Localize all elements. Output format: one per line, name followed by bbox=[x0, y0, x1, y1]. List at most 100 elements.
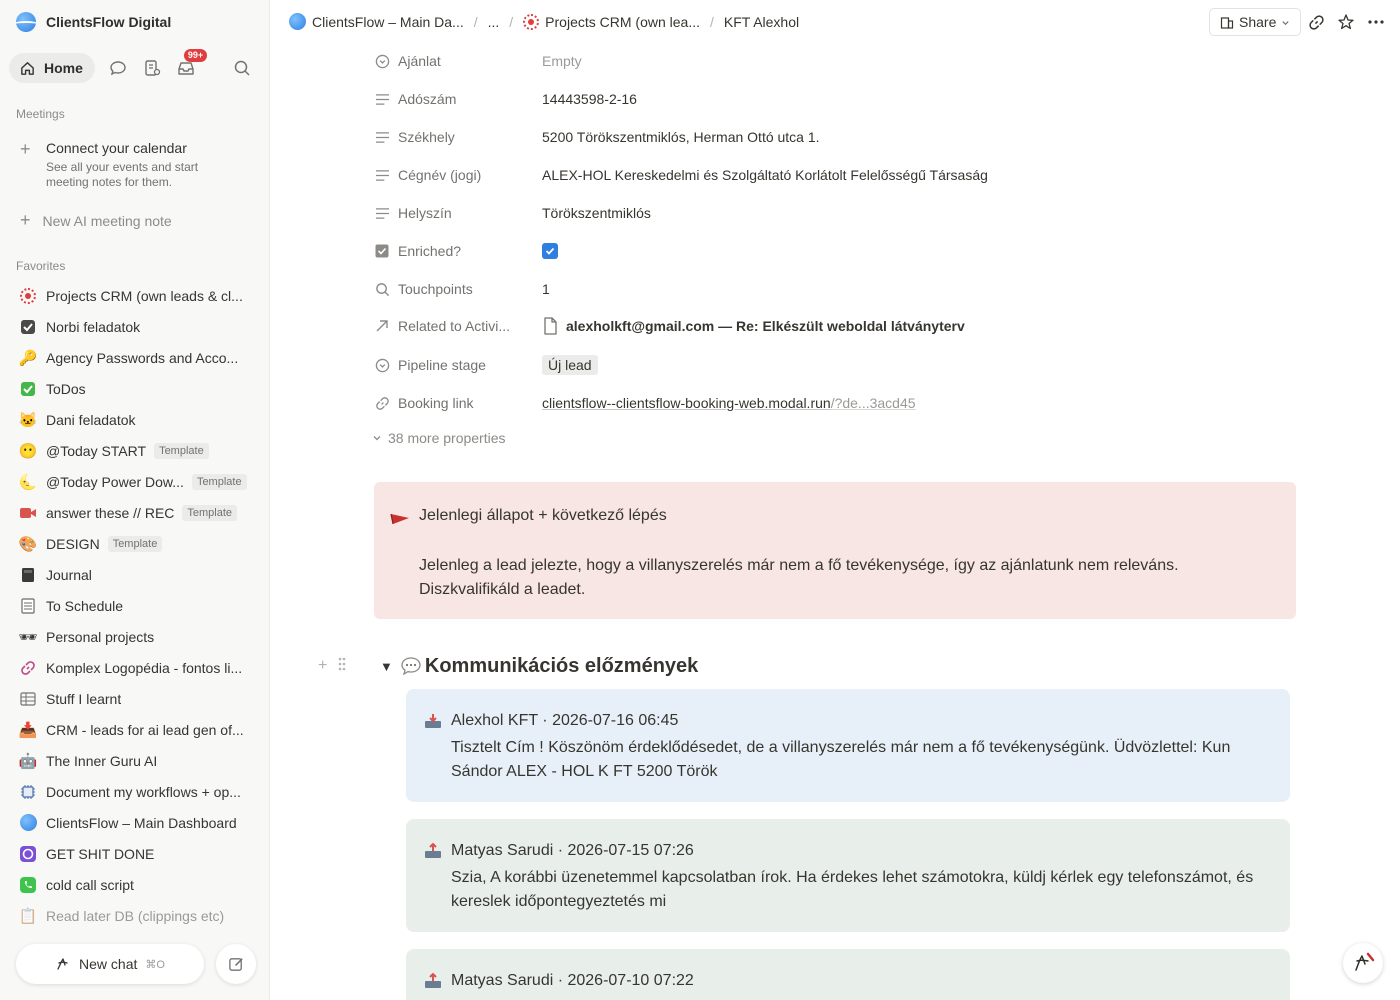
home-icon bbox=[21, 61, 34, 75]
favorite-item[interactable]: 🔑 Agency Passwords and Acco... bbox=[0, 342, 270, 373]
favorite-item[interactable]: Norbi feladatok bbox=[0, 311, 270, 342]
favorite-label: Journal bbox=[46, 566, 92, 583]
star-icon[interactable] bbox=[1336, 12, 1356, 32]
speech-bubble-icon bbox=[401, 657, 421, 675]
property-value[interactable]: ALEX-HOL Kereskedelmi és Szolgáltató Kor… bbox=[542, 167, 988, 183]
favorite-item[interactable]: Projects CRM (own leads & cl... bbox=[0, 280, 270, 311]
robot-icon: 🤖 bbox=[18, 752, 38, 770]
crm-dotted-icon bbox=[18, 286, 38, 306]
inbox-tray-icon bbox=[425, 714, 441, 728]
new-chat-button[interactable]: New chat ⌘O bbox=[16, 944, 204, 984]
message-card[interactable]: Alexhol KFT · 2026-07-16 06:45 Tisztelt … bbox=[406, 689, 1290, 802]
ai-sparkle-icon bbox=[57, 958, 68, 970]
check-mark-icon bbox=[18, 379, 38, 399]
favorite-item[interactable]: 🐱 Dani feladatok bbox=[0, 404, 270, 435]
message-header: Matyas Sarudi · 2026-07-15 07:26 bbox=[451, 842, 694, 859]
favorite-item[interactable]: Document my workflows + op... bbox=[0, 776, 270, 807]
search-icon[interactable] bbox=[231, 57, 253, 79]
home-button[interactable]: Home bbox=[9, 53, 95, 83]
favorites-section-label: Favorites bbox=[16, 259, 66, 273]
favorite-item[interactable]: Stuff I learnt bbox=[0, 683, 270, 714]
home-label: Home bbox=[44, 60, 83, 76]
favorite-item[interactable]: 🤖 The Inner Guru AI bbox=[0, 745, 270, 776]
property-value[interactable]: Empty bbox=[542, 53, 582, 69]
property-row[interactable]: Cégnév (jogi) ALEX-HOL Kereskedelmi és S… bbox=[372, 156, 1292, 194]
favorite-item[interactable]: 📋 Read later DB (clippings etc) bbox=[0, 900, 270, 931]
sidebar-nav: Home 99+ bbox=[9, 49, 261, 83]
property-value[interactable]: 14443598-2-16 bbox=[542, 91, 637, 107]
property-value[interactable]: 1 bbox=[542, 281, 550, 297]
property-row[interactable]: Related to Activi... alexholkft@gmail.co… bbox=[372, 307, 1292, 345]
notebook-icon bbox=[18, 565, 38, 585]
booking-link[interactable]: clientsflow--clientsflow-booking-web.mod… bbox=[542, 395, 916, 411]
message-body: Szia, A korábbi üzenetemmel kapcsolatban… bbox=[451, 869, 1254, 910]
enriched-checkbox[interactable] bbox=[542, 243, 558, 259]
more-properties-toggle[interactable]: 38 more properties bbox=[372, 430, 506, 446]
add-block-icon[interactable]: + bbox=[318, 657, 327, 675]
message-card[interactable]: Matyas Sarudi · 2026-07-15 07:26 Szia, A… bbox=[406, 819, 1290, 932]
property-row[interactable]: Helyszín Törökszentmiklós bbox=[372, 194, 1292, 232]
template-tag: Template bbox=[182, 504, 238, 521]
text-lines-icon bbox=[373, 166, 391, 184]
status-callout: Jelenlegi állapot + következő lépés Jele… bbox=[374, 482, 1296, 619]
new-ai-meeting-note[interactable]: + New AI meeting note bbox=[20, 210, 172, 231]
property-row[interactable]: Pipeline stage Új lead bbox=[372, 346, 1292, 384]
new-page-button[interactable] bbox=[216, 944, 256, 984]
more-options-icon[interactable] bbox=[1366, 12, 1386, 32]
property-value[interactable]: 5200 Törökszentmiklós, Herman Ottó utca … bbox=[542, 129, 820, 145]
chat-icon[interactable] bbox=[107, 57, 129, 79]
pipeline-stage-tag[interactable]: Új lead bbox=[542, 355, 598, 375]
favorite-item[interactable]: ClientsFlow – Main Dashboard bbox=[0, 807, 270, 838]
inbox-icon[interactable]: 99+ bbox=[175, 49, 208, 79]
favorite-label: Document my workflows + op... bbox=[46, 783, 241, 800]
text-lines-icon bbox=[373, 128, 391, 146]
favorite-item[interactable]: 📥 CRM - leads for ai lead gen of... bbox=[0, 714, 270, 745]
favorites-list: Projects CRM (own leads & cl... Norbi fe… bbox=[0, 280, 270, 931]
breadcrumb-separator: / bbox=[509, 13, 514, 30]
checkbox-icon bbox=[373, 242, 391, 260]
toggle-arrow-icon[interactable]: ▼ bbox=[380, 659, 393, 674]
property-row[interactable]: Ajánlat Empty bbox=[372, 42, 1292, 80]
property-value[interactable]: Törökszentmiklós bbox=[542, 205, 651, 221]
document-icon bbox=[542, 317, 558, 335]
favorite-item[interactable]: 😶 @Today START Template bbox=[0, 435, 270, 466]
favorite-item[interactable]: 🎨 DESIGN Template bbox=[0, 528, 270, 559]
breadcrumb-current[interactable]: KFT Alexhol bbox=[724, 14, 799, 30]
related-activity-link[interactable]: alexholkft@gmail.com — Re: Elkészült web… bbox=[566, 318, 965, 334]
property-row[interactable]: Booking link clientsflow--clientsflow-bo… bbox=[372, 384, 1292, 422]
property-name: Helyszín bbox=[398, 205, 452, 221]
favorite-item[interactable]: 🌜 @Today Power Dow... Template bbox=[0, 466, 270, 497]
favorite-item[interactable]: cold call script bbox=[0, 869, 270, 900]
favorite-item[interactable]: answer these // REC Template bbox=[0, 497, 270, 528]
favorite-item[interactable]: GET SHIT DONE bbox=[0, 838, 270, 869]
ai-assistant-button[interactable] bbox=[1343, 943, 1383, 983]
favorite-item[interactable]: ToDos bbox=[0, 373, 270, 404]
breadcrumb-item[interactable]: Projects CRM (own lea... bbox=[545, 14, 700, 30]
favorite-item[interactable]: 🕶 Personal projects bbox=[0, 621, 270, 652]
property-row[interactable]: Székhely 5200 Törökszentmiklós, Herman O… bbox=[372, 118, 1292, 156]
meeting-notes-icon[interactable] bbox=[141, 57, 163, 79]
breadcrumb-item[interactable]: ... bbox=[488, 14, 500, 30]
favorite-item[interactable]: Journal bbox=[0, 559, 270, 590]
template-tag: Template bbox=[107, 535, 163, 552]
table-icon bbox=[18, 689, 38, 709]
message-card[interactable]: Matyas Sarudi · 2026-07-10 07:22 bbox=[406, 949, 1290, 1000]
favorite-item[interactable]: Komplex Logopédia - fontos li... bbox=[0, 652, 270, 683]
workspace-switcher[interactable]: ClientsFlow Digital bbox=[16, 11, 171, 33]
share-button[interactable]: Share bbox=[1209, 8, 1302, 36]
property-name: Adószám bbox=[398, 91, 457, 107]
property-row[interactable]: Adószám 14443598-2-16 bbox=[372, 80, 1292, 118]
property-name: Enriched? bbox=[398, 243, 462, 259]
copy-link-icon[interactable] bbox=[1306, 12, 1326, 32]
drag-handle-icon[interactable] bbox=[337, 656, 347, 677]
triangular-flag-icon bbox=[390, 511, 410, 532]
connect-calendar-title: Connect your calendar bbox=[46, 140, 187, 156]
breadcrumb-item[interactable]: ClientsFlow – Main Da... bbox=[312, 14, 464, 30]
message-header: Matyas Sarudi · 2026-07-10 07:22 bbox=[451, 972, 694, 989]
connect-calendar[interactable]: + Connect your calendar See all your eve… bbox=[20, 139, 226, 190]
favorite-item[interactable]: To Schedule bbox=[0, 590, 270, 621]
favorite-label: DESIGN bbox=[46, 535, 100, 552]
property-row[interactable]: Touchpoints 1 bbox=[372, 270, 1292, 308]
property-row[interactable]: Enriched? bbox=[372, 232, 1292, 270]
ledger-icon bbox=[18, 596, 38, 616]
